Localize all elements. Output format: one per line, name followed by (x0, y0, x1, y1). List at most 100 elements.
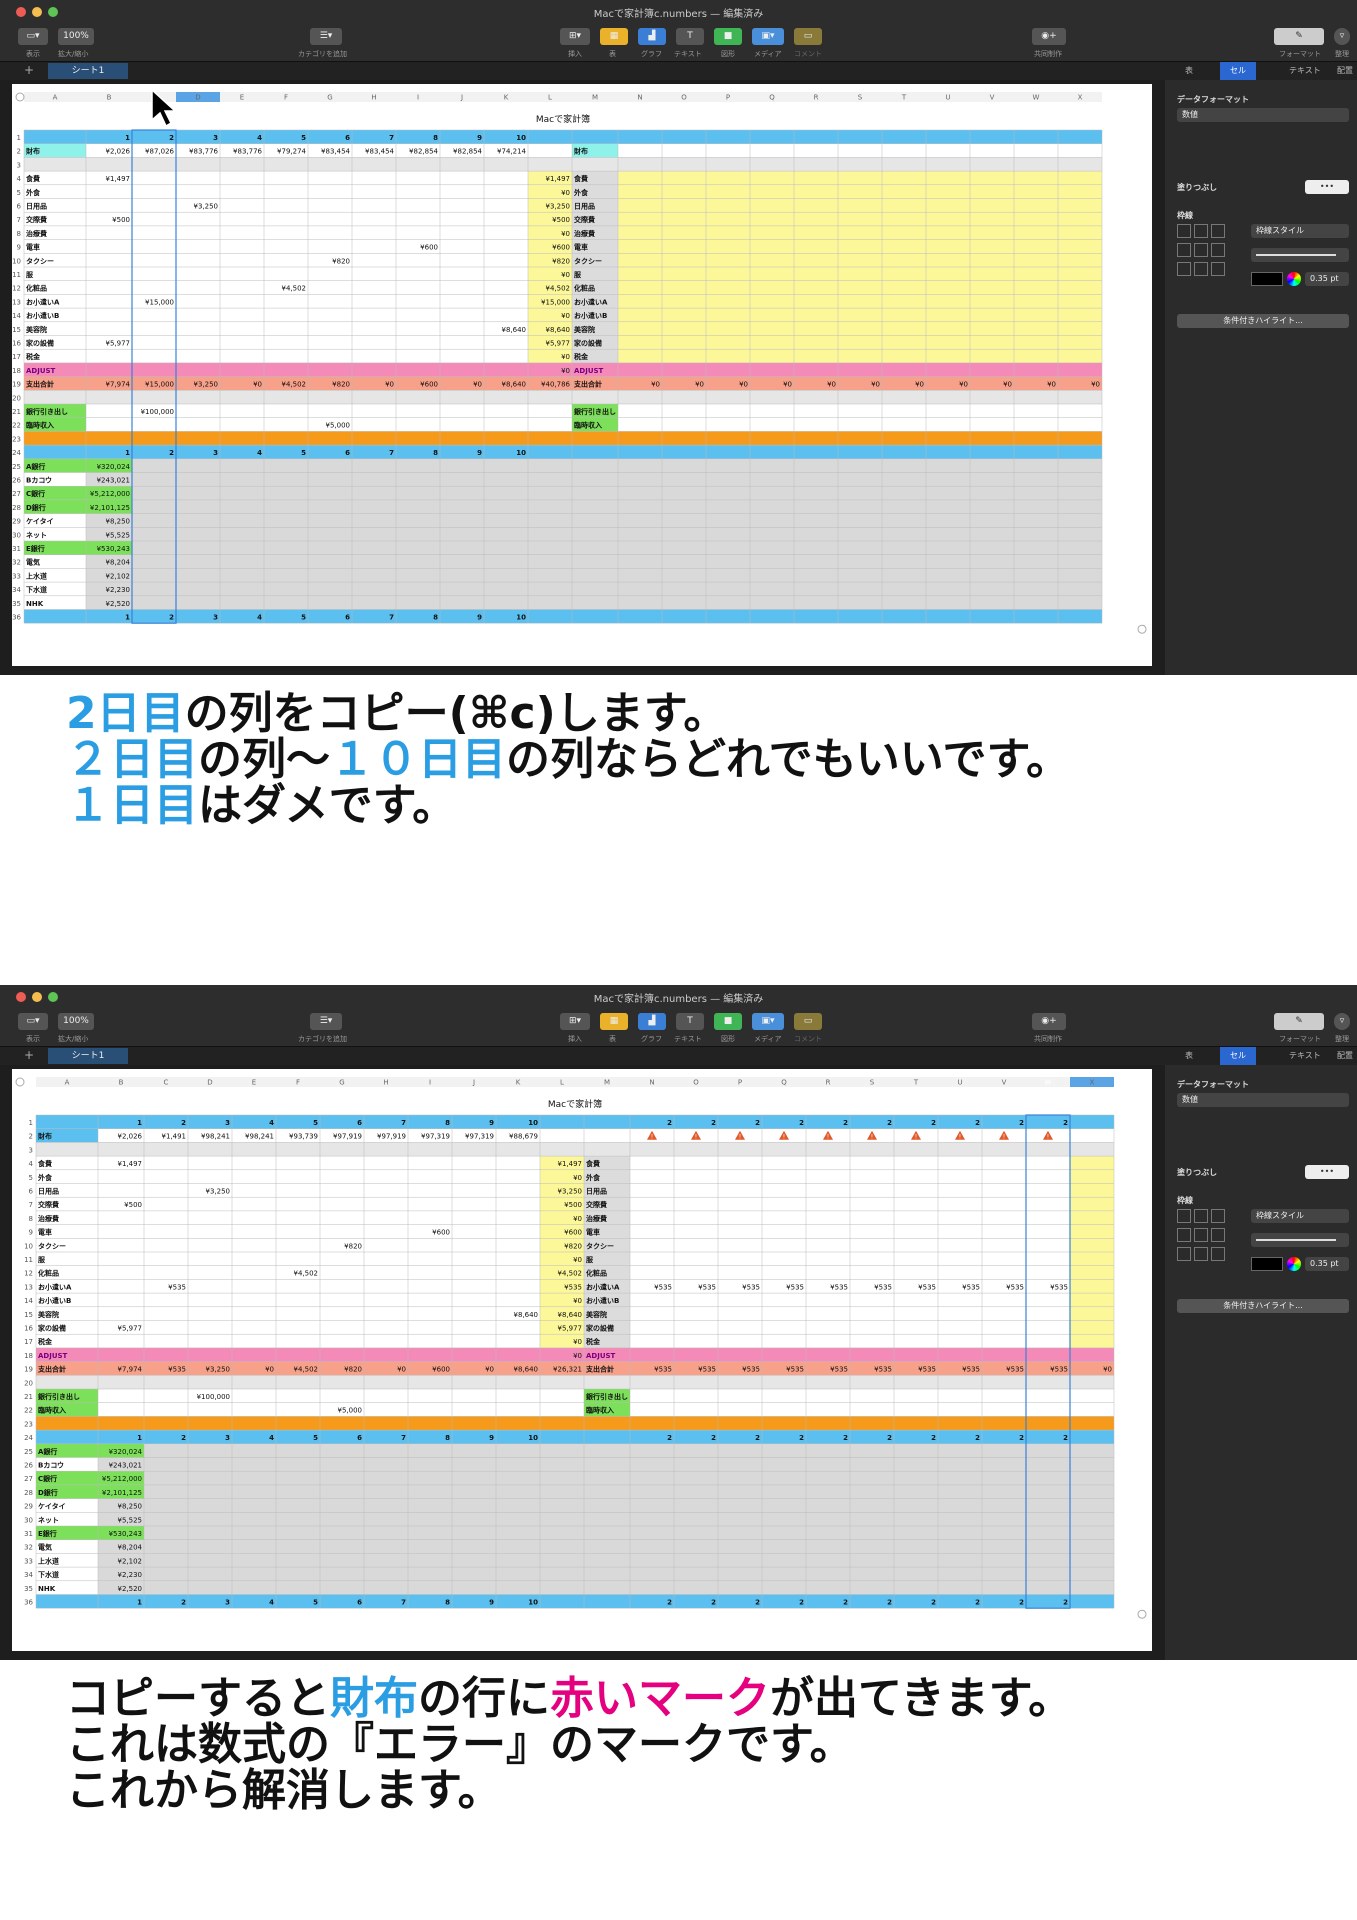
gray-area (86, 472, 1102, 487)
collab-button[interactable]: ◉+ (1032, 1013, 1066, 1030)
data-format-select[interactable]: 数値 (1177, 108, 1349, 122)
data-format-select[interactable]: 数値 (1177, 1093, 1349, 1107)
inspector-tab-0[interactable]: 表 (1185, 65, 1193, 76)
border-grid-icon[interactable] (1211, 243, 1225, 257)
account-value: ¥5,525 (106, 531, 131, 539)
chart-button[interactable]: ▟ (638, 28, 666, 45)
category-button[interactable]: ☰▾ (310, 1013, 342, 1030)
category-button[interactable]: ☰▾ (310, 28, 342, 45)
media-button[interactable]: ▣▾ (752, 28, 784, 45)
border-grid-icon[interactable] (1177, 224, 1191, 238)
border-grid-icon[interactable] (1211, 262, 1225, 276)
inspector-tab-3[interactable]: 配置 (1337, 1050, 1353, 1061)
border-grid-icon[interactable] (1211, 1247, 1225, 1261)
sheet-tab[interactable]: シート1 (48, 1048, 128, 1064)
organize-button[interactable]: ▿ (1334, 1013, 1350, 1030)
stroke-width-field[interactable]: 0.35 pt (1305, 272, 1349, 286)
border-grid-icon[interactable] (1177, 1247, 1191, 1261)
column-header-K: K (516, 1079, 521, 1087)
format-button[interactable]: ✎ (1274, 1013, 1324, 1030)
account-label: A銀行 (38, 1447, 57, 1456)
conditional-highlight-button[interactable]: 条件付きハイライト... (1177, 1299, 1349, 1313)
row-number: 18 (12, 367, 21, 375)
add-sheet-button[interactable]: + (24, 1048, 34, 1062)
insert-button[interactable]: ⊞▾ (560, 1013, 590, 1030)
shape-button[interactable]: ■ (714, 28, 742, 45)
text-button[interactable]: T (676, 1013, 704, 1030)
comment-button[interactable]: ▭ (794, 28, 822, 45)
caption-segment: １日目 (66, 780, 198, 831)
spreadsheet-table[interactable]: ABCDEFGHIJKLMNOPQRSTUVWXMacで家計簿123456789… (12, 84, 1152, 666)
shape-button[interactable]: ■ (714, 1013, 742, 1030)
account-value: ¥2,101,125 (90, 504, 130, 512)
spreadsheet-table[interactable]: ABCDEFGHIJKLMNOPQRSTUVWXMacで家計簿123456789… (12, 1069, 1152, 1651)
border-style-select[interactable]: 枠線スタイル (1251, 1209, 1349, 1223)
stroke-line-select[interactable] (1251, 1233, 1349, 1247)
border-position-icons[interactable] (1177, 224, 1237, 281)
border-grid-icon[interactable] (1194, 1209, 1208, 1223)
stroke-width-field[interactable]: 0.35 pt (1305, 1257, 1349, 1271)
border-grid-icon[interactable] (1194, 1228, 1208, 1242)
border-grid-icon[interactable] (1194, 243, 1208, 257)
inspector-tab-0[interactable]: 表 (1185, 1050, 1193, 1061)
day-header: 9 (477, 614, 482, 622)
border-grid-icon[interactable] (1211, 1209, 1225, 1223)
table-title: Macで家計簿 (548, 1098, 602, 1110)
right-total-value: ¥0 (871, 381, 880, 389)
border-grid-icon[interactable] (1211, 224, 1225, 238)
chart-button[interactable]: ▟ (638, 1013, 666, 1030)
border-grid-icon[interactable] (1194, 224, 1208, 238)
total-value: ¥820 (332, 381, 350, 389)
table-button[interactable]: ▦ (600, 1013, 628, 1030)
inspector-tab-1[interactable]: セル (1220, 62, 1256, 80)
text-button[interactable]: T (676, 28, 704, 45)
collab-button[interactable]: ◉+ (1032, 28, 1066, 45)
zoom-select[interactable]: 100% (58, 1013, 94, 1030)
add-sheet-button[interactable]: + (24, 63, 34, 77)
color-wheel-icon[interactable] (1287, 1257, 1301, 1271)
table-button[interactable]: ▦ (600, 28, 628, 45)
row-number: 8 (29, 1215, 33, 1223)
view-button[interactable]: ▭▾ (18, 1013, 48, 1030)
stroke-color-well[interactable] (1251, 272, 1283, 286)
right-day-header: 2 (1063, 1119, 1068, 1127)
border-grid-icon[interactable] (1177, 243, 1191, 257)
account-label: 電気 (26, 558, 40, 567)
right-total-value: ¥0 (1091, 381, 1100, 389)
inspector-tab-1[interactable]: セル (1220, 1047, 1256, 1065)
insert-button[interactable]: ⊞▾ (560, 28, 590, 45)
column-header-I: I (417, 94, 419, 102)
border-grid-icon[interactable] (1194, 262, 1208, 276)
border-position-icons[interactable] (1177, 1209, 1237, 1266)
fill-color-button[interactable]: ••• (1305, 180, 1349, 194)
sheet-tab[interactable]: シート1 (48, 63, 128, 79)
stroke-color-well[interactable] (1251, 1257, 1283, 1271)
comment-button[interactable]: ▭ (794, 1013, 822, 1030)
organize-button[interactable]: ▿ (1334, 28, 1350, 45)
border-grid-icon[interactable] (1177, 1209, 1191, 1223)
expense-value: ¥5,977 (118, 1325, 143, 1333)
border-grid-icon[interactable] (1194, 1247, 1208, 1261)
fill-label: 塗りつぶし (1177, 183, 1218, 192)
view-button[interactable]: ▭▾ (18, 28, 48, 45)
caption-line: 2日目の列をコピー(⌘c)します。 (66, 691, 1357, 737)
zoom-select[interactable]: 100% (58, 28, 94, 45)
border-grid-icon[interactable] (1177, 1228, 1191, 1242)
day-header: 1 (125, 134, 130, 142)
inspector-tab-2[interactable]: テキスト (1289, 65, 1321, 76)
L-value: ¥3,250 (558, 1188, 583, 1196)
border-grid-icon[interactable] (1211, 1228, 1225, 1242)
conditional-highlight-button[interactable]: 条件付きハイライト... (1177, 314, 1349, 328)
row-number: 26 (12, 477, 21, 485)
wallet-value: ¥88,679 (509, 1133, 538, 1141)
stroke-line-select[interactable] (1251, 248, 1349, 262)
inspector-tab-2[interactable]: テキスト (1289, 1050, 1321, 1061)
caption-segment: これから解消します。 (66, 1765, 502, 1816)
fill-color-button[interactable]: ••• (1305, 1165, 1349, 1179)
color-wheel-icon[interactable] (1287, 272, 1301, 286)
inspector-tab-3[interactable]: 配置 (1337, 65, 1353, 76)
border-style-select[interactable]: 枠線スタイル (1251, 224, 1349, 238)
format-button[interactable]: ✎ (1274, 28, 1324, 45)
media-button[interactable]: ▣▾ (752, 1013, 784, 1030)
border-grid-icon[interactable] (1177, 262, 1191, 276)
